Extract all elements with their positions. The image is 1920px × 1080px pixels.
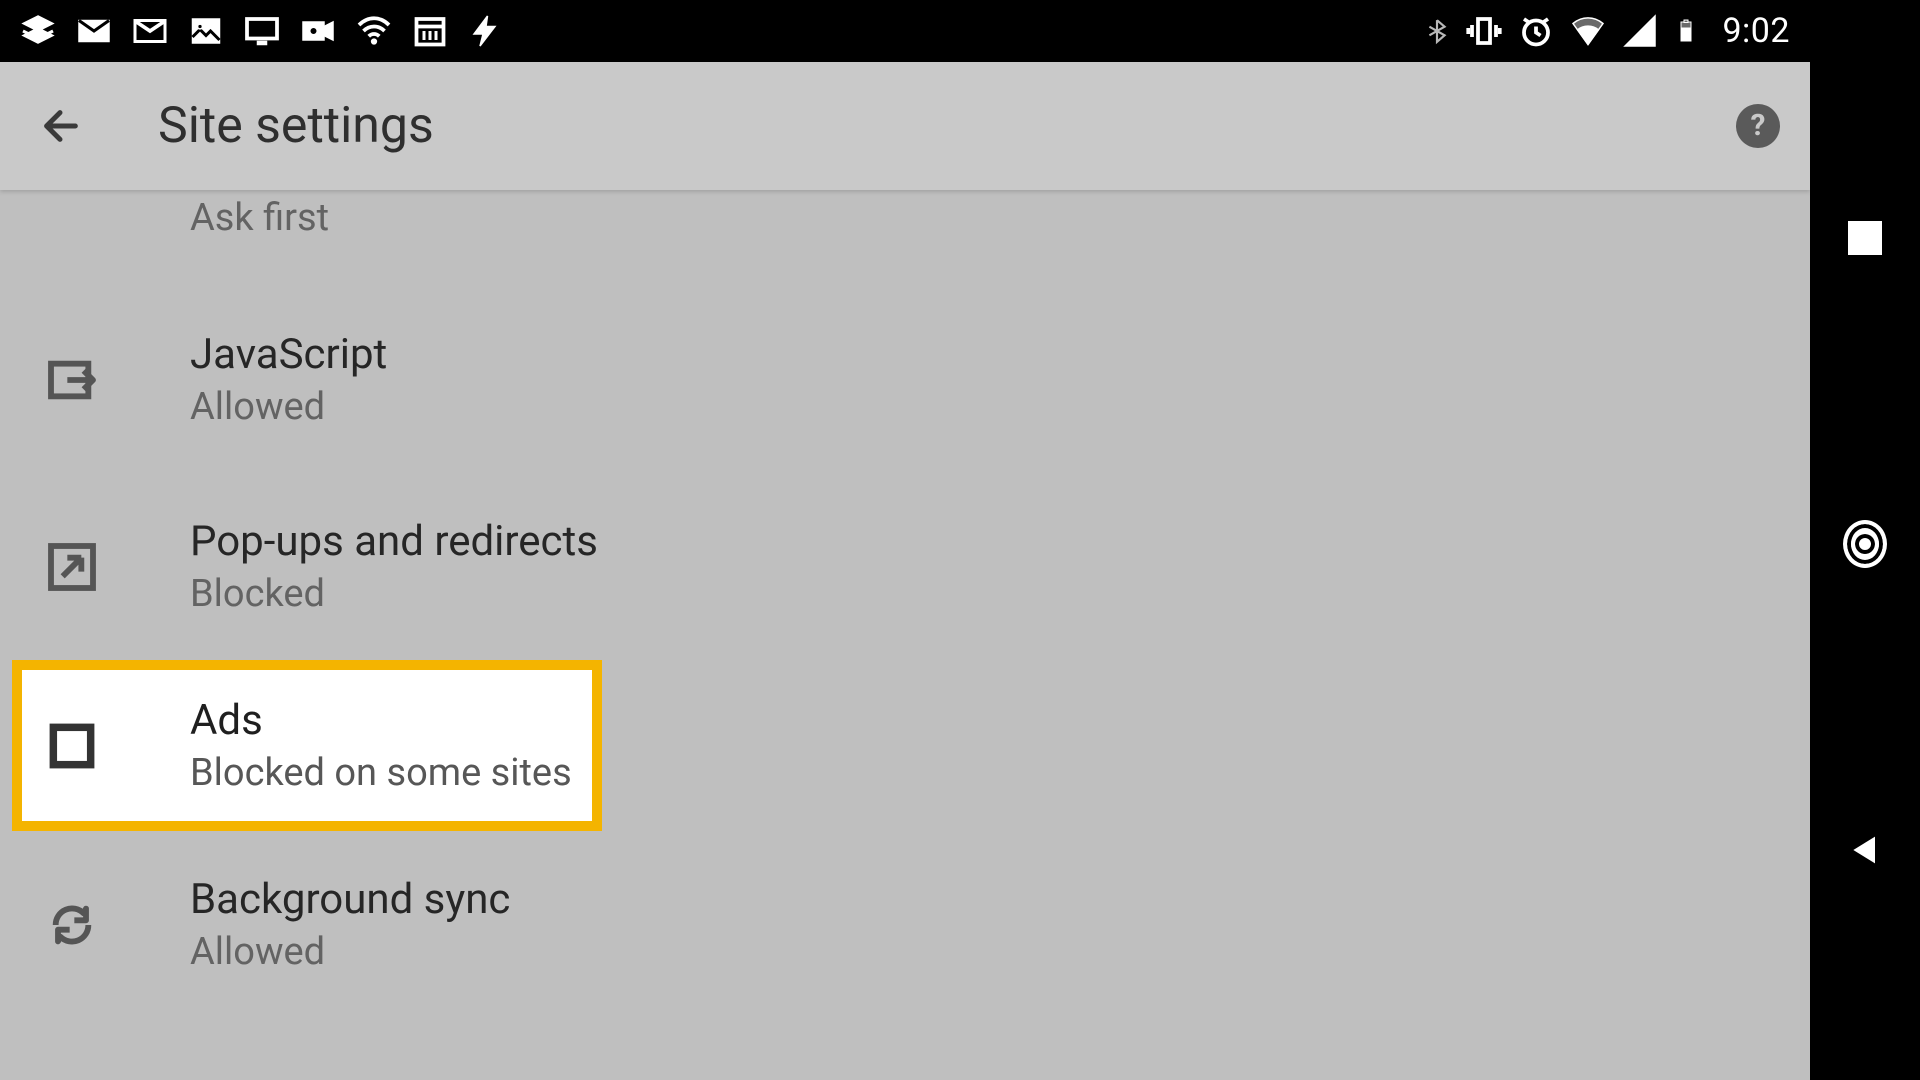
setting-title: Ads (190, 696, 572, 745)
arrow-left-icon (37, 103, 83, 149)
mail-icon (76, 13, 112, 49)
alarm-icon (1518, 13, 1554, 49)
status-left-icons (20, 13, 504, 49)
gmail-icon (132, 13, 168, 49)
bluetooth-icon (1424, 13, 1450, 49)
app-bar: Site settings ? (0, 62, 1810, 190)
status-right-icons: 9:02 (1424, 11, 1790, 51)
help-icon: ? (1751, 111, 1766, 141)
setting-row-popups[interactable]: Pop-ups and redirects Blocked (0, 473, 1810, 660)
bolt-icon (468, 13, 504, 49)
screen-icon (244, 13, 280, 49)
phone-screen: 9:02 Site settings ? Ask first (0, 0, 1810, 1080)
setting-title: Background sync (190, 875, 510, 924)
help-button[interactable]: ? (1736, 104, 1780, 148)
stacked-icon (20, 13, 56, 49)
setting-row-ads[interactable]: Ads Blocked on some sites (0, 660, 1810, 831)
camera-icon (300, 13, 336, 49)
setting-row-bgsync[interactable]: Background sync Allowed (0, 831, 1810, 1018)
image-icon (188, 13, 224, 49)
nav-back-button[interactable] (1843, 828, 1887, 872)
popups-icon (44, 539, 100, 595)
setting-subtitle: Ask first (190, 196, 329, 240)
cell-signal-icon (1622, 13, 1658, 49)
wifi-signal-icon (1570, 13, 1606, 49)
setting-subtitle: Blocked on some sites (190, 751, 572, 795)
setting-subtitle: Allowed (190, 930, 510, 974)
status-clock: 9:02 (1722, 11, 1790, 51)
setting-title: JavaScript (190, 330, 387, 379)
calendar-icon (412, 13, 448, 49)
setting-row-partial[interactable]: Ask first (0, 190, 1810, 286)
setting-subtitle: Blocked (190, 572, 598, 616)
status-bar: 9:02 (0, 0, 1810, 62)
page-title: Site settings (158, 97, 434, 155)
nav-overview-button[interactable] (1843, 216, 1887, 260)
sync-icon (44, 897, 100, 953)
setting-title: Pop-ups and redirects (190, 517, 598, 566)
javascript-icon (44, 352, 100, 408)
vibrate-icon (1466, 13, 1502, 49)
nav-home-button[interactable] (1843, 522, 1887, 566)
battery-icon (1674, 13, 1698, 49)
wifi-icon (356, 13, 392, 49)
setting-row-javascript[interactable]: JavaScript Allowed (0, 286, 1810, 473)
ads-icon (44, 718, 100, 774)
back-button[interactable] (30, 96, 90, 156)
viewport: 9:02 Site settings ? Ask first (0, 0, 1920, 1080)
settings-list[interactable]: Ask first JavaScript Allowed (0, 190, 1810, 1080)
setting-subtitle: Allowed (190, 385, 387, 429)
